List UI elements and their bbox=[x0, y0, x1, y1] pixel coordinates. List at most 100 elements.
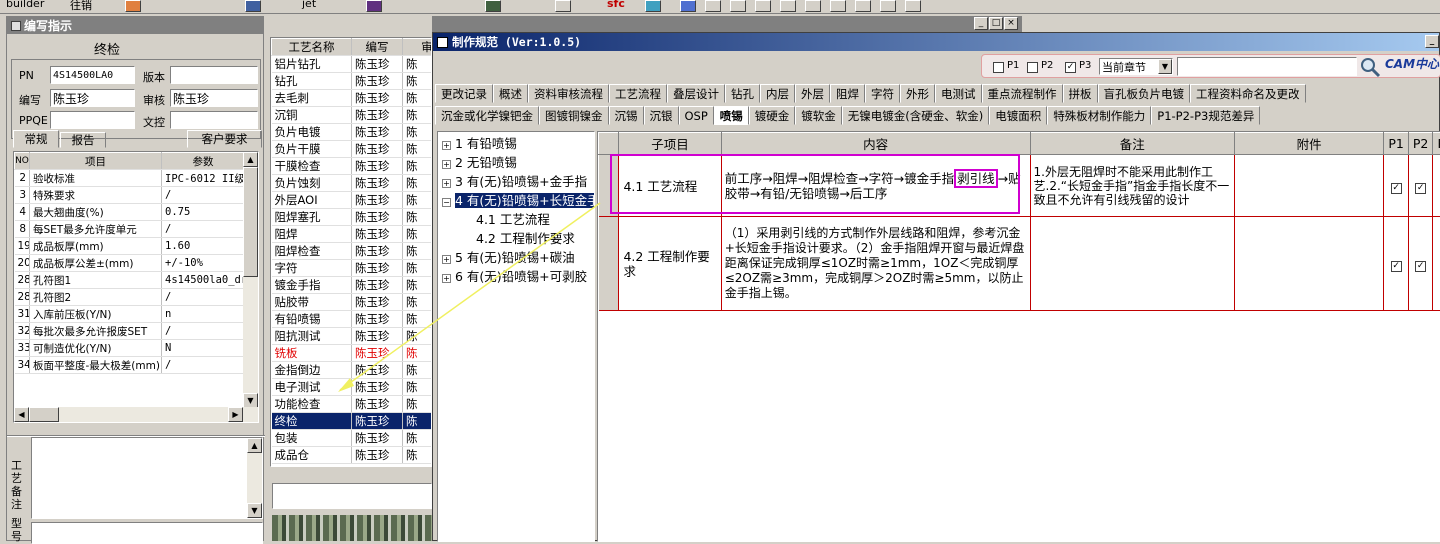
row-p3-cell[interactable]: ✓ bbox=[1433, 155, 1440, 217]
tree-node[interactable]: +2 无铅喷锡 bbox=[442, 153, 594, 172]
row-p2-cell[interactable]: ✓ bbox=[1408, 155, 1433, 217]
scroll-thumb[interactable] bbox=[243, 167, 258, 277]
row-p1-cell[interactable]: ✓ bbox=[1384, 155, 1409, 217]
col-param[interactable]: 参数 bbox=[162, 153, 245, 170]
toolbar-jet-label[interactable]: jet bbox=[302, 0, 316, 10]
process-row[interactable]: 阻焊陈玉珍陈 bbox=[272, 226, 433, 243]
col-content[interactable]: 内容 bbox=[721, 133, 1030, 155]
tree-node[interactable]: 4.2 工程制作要求 bbox=[442, 229, 594, 248]
hscroll-thumb[interactable] bbox=[29, 407, 59, 422]
ppqe-field[interactable] bbox=[50, 111, 135, 129]
notes-vscroll[interactable]: ▲ ▼ bbox=[247, 438, 262, 518]
tab-customer-requirements[interactable]: 客户要求 bbox=[187, 130, 262, 148]
spec-tab-9[interactable]: 字符 bbox=[865, 84, 900, 103]
scroll-left-arrow-icon[interactable]: ◀ bbox=[14, 407, 29, 422]
p2-checkbox[interactable] bbox=[1027, 62, 1038, 73]
tab-general[interactable]: 常规 bbox=[13, 130, 59, 148]
param-row[interactable]: 31入库前压板(Y/N)n bbox=[15, 306, 245, 323]
tree-node[interactable]: +3 有(无)铅喷锡+金手指 bbox=[442, 172, 594, 191]
params-hscroll[interactable]: ◀ ▶ bbox=[14, 407, 258, 422]
process-row[interactable]: 包装陈玉珍陈 bbox=[272, 430, 433, 447]
bg-maximize-icon[interactable]: □ bbox=[989, 17, 1003, 30]
col-attachment[interactable]: 附件 bbox=[1235, 133, 1384, 155]
p3-checkbox[interactable]: ✓ bbox=[1065, 62, 1076, 73]
col-p2[interactable]: P2 bbox=[1408, 133, 1433, 155]
toolbar-icon-16[interactable] bbox=[905, 0, 921, 12]
spec-tab-8[interactable]: 无镍电镀金(含硬金、软金) bbox=[842, 106, 989, 125]
process-row[interactable]: 沉铜陈玉珍陈 bbox=[272, 107, 433, 124]
col-p3[interactable]: P3 bbox=[1433, 133, 1440, 155]
spec-tab-13[interactable]: 拼板 bbox=[1063, 84, 1098, 103]
param-row[interactable]: 3特殊要求/ bbox=[15, 187, 245, 204]
tree-node[interactable]: +1 有铅喷锡 bbox=[442, 134, 594, 153]
spec-tab-6[interactable]: 内层 bbox=[760, 84, 795, 103]
param-row[interactable]: 4最大翘曲度(%)0.75 bbox=[15, 204, 245, 221]
spec-tab-11[interactable]: 电测试 bbox=[935, 84, 982, 103]
col-author[interactable]: 编写 bbox=[352, 39, 403, 56]
row-p3-cell[interactable]: ✓ bbox=[1433, 217, 1440, 311]
spec-tab-3[interactable]: 工艺流程 bbox=[609, 84, 667, 103]
spec-tab-2[interactable]: 资料审核流程 bbox=[528, 84, 609, 103]
expand-icon[interactable]: + bbox=[442, 160, 451, 169]
spec-row-4-2[interactable]: 4.2 工程制作要求 （1）采用剥引线的方式制作外层线路和阻焊，参考沉金+长短金… bbox=[599, 217, 1440, 311]
row-p2-cell[interactable]: ✓ bbox=[1408, 217, 1433, 311]
chevron-down-icon[interactable]: ▼ bbox=[1158, 59, 1172, 74]
spec-tab-5[interactable]: 喷锡 bbox=[714, 106, 749, 125]
param-row[interactable]: 2验收标准IPC-6012 II级 bbox=[15, 170, 245, 187]
spec-row-4-1[interactable]: 4.1 工艺流程 前工序→阻焊→阻焊检查→字符→镀金手指剥引线→贴胶带→有铅/无… bbox=[599, 155, 1440, 217]
expand-icon[interactable]: + bbox=[442, 179, 451, 188]
param-row[interactable]: 19成品板厚(mm)1.60 bbox=[15, 238, 245, 255]
col-sub-item[interactable]: 子项目 bbox=[619, 133, 721, 155]
process-row[interactable]: 镀金手指陈玉珍陈 bbox=[272, 277, 433, 294]
process-row[interactable]: 阻焊塞孔陈玉珍陈 bbox=[272, 209, 433, 226]
process-row[interactable]: 钻孔陈玉珍陈 bbox=[272, 73, 433, 90]
col-process-name[interactable]: 工艺名称 bbox=[272, 39, 352, 56]
spec-tab-10[interactable]: 特殊板材制作能力 bbox=[1047, 106, 1151, 125]
process-row[interactable]: 铣板陈玉珍陈 bbox=[272, 345, 433, 362]
spec-tab-0[interactable]: 沉金或化学镍钯金 bbox=[435, 106, 539, 125]
spec-minimize-icon[interactable]: _ bbox=[1425, 35, 1439, 48]
row-attachment[interactable] bbox=[1235, 217, 1384, 311]
row-p2-check[interactable]: ✓ bbox=[1415, 183, 1426, 194]
expand-icon[interactable]: + bbox=[442, 274, 451, 283]
spec-tab-8[interactable]: 阻焊 bbox=[830, 84, 865, 103]
reviewer-field[interactable] bbox=[170, 89, 258, 107]
notes-scroll-down-icon[interactable]: ▼ bbox=[247, 503, 262, 518]
col-item[interactable]: 项目 bbox=[30, 153, 162, 170]
process-row[interactable]: 阻焊检查陈玉珍陈 bbox=[272, 243, 433, 260]
bg-close-icon[interactable]: × bbox=[1004, 17, 1018, 30]
spec-tab-7[interactable]: 镀软金 bbox=[795, 106, 842, 125]
param-row[interactable]: 20成品板厚公差±(mm)+/-10% bbox=[15, 255, 245, 272]
spec-tab-7[interactable]: 外层 bbox=[795, 84, 830, 103]
toolbar-icon-14[interactable] bbox=[855, 0, 871, 12]
toolbar-icon-7[interactable] bbox=[680, 0, 696, 12]
spec-tab-1[interactable]: 图镀铜镍金 bbox=[539, 106, 609, 125]
toolbar-builder-label[interactable]: builder bbox=[6, 0, 44, 10]
bg-minimize-icon[interactable]: _ bbox=[974, 17, 988, 30]
param-row[interactable]: 32每批次最多允许报废SET/ bbox=[15, 323, 245, 340]
param-row[interactable]: 8每SET最多允许度单元/ bbox=[15, 221, 245, 238]
spec-tab-15[interactable]: 工程资料命名及更改 bbox=[1190, 84, 1306, 103]
notes-scroll-up-icon[interactable]: ▲ bbox=[247, 438, 262, 453]
spec-tab-4[interactable]: 叠层设计 bbox=[667, 84, 725, 103]
spec-tab-9[interactable]: 电镀面积 bbox=[989, 106, 1047, 125]
process-row[interactable]: 终检陈玉珍陈 bbox=[272, 413, 433, 430]
toolbar-icon-13[interactable] bbox=[830, 0, 846, 12]
process-row[interactable]: 负片电镀陈玉珍陈 bbox=[272, 124, 433, 141]
spec-tab-14[interactable]: 盲孔板负片电镀 bbox=[1098, 84, 1191, 103]
param-row[interactable]: 33可制造优化(Y/N)N bbox=[15, 340, 245, 357]
process-row[interactable]: 成品仓陈玉珍陈 bbox=[272, 447, 433, 464]
process-row[interactable]: 金指倒边陈玉珍陈 bbox=[272, 362, 433, 379]
toolbar-menu-label[interactable]: 往销 bbox=[70, 0, 92, 13]
author-field[interactable] bbox=[50, 89, 135, 107]
toolbar-icon-11[interactable] bbox=[780, 0, 796, 12]
toolbar-icon-2[interactable] bbox=[245, 0, 261, 12]
param-row[interactable]: 28孔符图14s14500la0_dr bbox=[15, 272, 245, 289]
doc-control-field[interactable] bbox=[170, 111, 258, 129]
process-row[interactable]: 外层AOI陈玉珍陈 bbox=[272, 192, 433, 209]
spec-tab-10[interactable]: 外形 bbox=[900, 84, 935, 103]
toolbar-sfc-label[interactable]: sfc bbox=[607, 0, 625, 10]
toolbar-icon-1[interactable] bbox=[125, 0, 141, 12]
collapse-icon[interactable]: − bbox=[442, 198, 451, 207]
spec-tab-1[interactable]: 概述 bbox=[493, 84, 528, 103]
